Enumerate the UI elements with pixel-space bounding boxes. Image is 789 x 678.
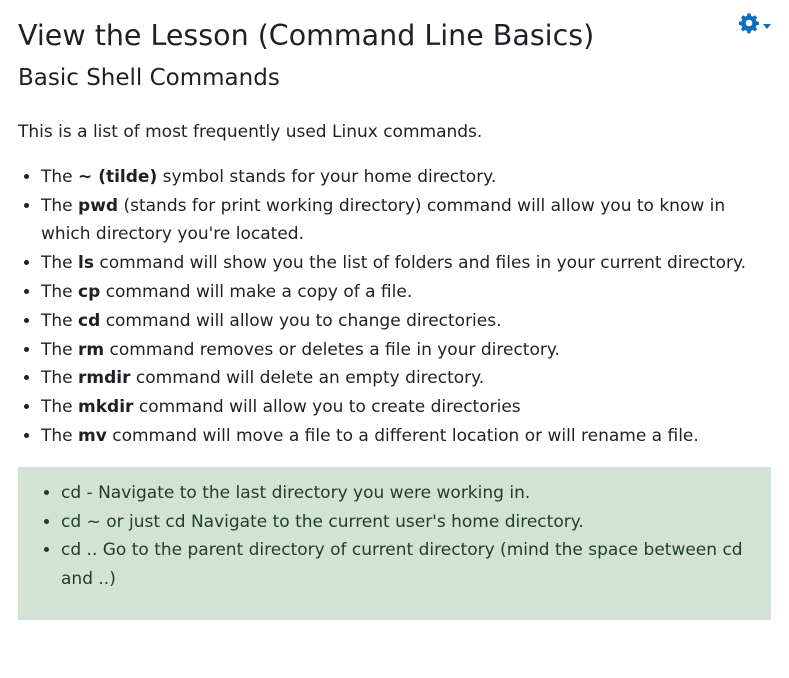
command-description: command will move a file to a different … xyxy=(112,425,699,446)
command-description: command will allow you to change directo… xyxy=(105,310,502,331)
command-description: command will allow you to create directo… xyxy=(138,397,521,418)
lesson-content: This is a list of most frequently used L… xyxy=(18,118,771,620)
command-prefix: The xyxy=(41,310,73,331)
tips-box: cd - Navigate to the last directory you … xyxy=(18,466,771,620)
command-prefix: The xyxy=(41,195,73,216)
command-name: cd xyxy=(78,310,101,331)
command-name: rmdir xyxy=(78,368,131,389)
list-item: The cd command will allow you to change … xyxy=(41,307,771,336)
list-item: The rm command removes or deletes a file… xyxy=(41,336,771,365)
list-item: The cp command will make a copy of a fil… xyxy=(41,278,771,307)
command-name: pwd xyxy=(78,195,119,216)
command-description: command removes or deletes a file in you… xyxy=(109,339,560,360)
settings-menu-toggle[interactable] xyxy=(738,12,771,38)
lesson-title: Basic Shell Commands xyxy=(18,65,280,91)
list-item: The mkdir command will allow you to crea… xyxy=(41,393,771,422)
list-item: The pwd (stands for print working direct… xyxy=(41,192,771,250)
chevron-down-icon xyxy=(763,23,771,29)
list-item: The rmdir command will delete an empty d… xyxy=(41,364,771,393)
command-prefix: The xyxy=(41,166,73,187)
tips-list: cd - Navigate to the last directory you … xyxy=(34,479,755,594)
command-name: ~ (tilde) xyxy=(78,166,158,187)
command-list: The ~ (tilde) symbol stands for your hom… xyxy=(18,163,771,451)
command-prefix: The xyxy=(41,339,73,360)
command-prefix: The xyxy=(41,397,73,418)
command-prefix: The xyxy=(41,425,73,446)
list-item: The ls command will show you the list of… xyxy=(41,249,771,278)
list-item: The ~ (tilde) symbol stands for your hom… xyxy=(41,163,771,192)
tip-item: cd - Navigate to the last directory you … xyxy=(61,479,755,508)
command-description: (stands for print working directory) com… xyxy=(41,195,726,245)
command-name: mkdir xyxy=(78,397,134,418)
command-prefix: The xyxy=(41,281,73,302)
lesson-intro: This is a list of most frequently used L… xyxy=(18,122,483,142)
command-prefix: The xyxy=(41,368,73,389)
command-description: command will make a copy of a file. xyxy=(105,281,413,302)
command-description: command will show you the list of folder… xyxy=(99,253,747,274)
list-item: The mv command will move a file to a dif… xyxy=(41,422,771,451)
gear-icon xyxy=(738,12,760,38)
command-name: rm xyxy=(78,339,105,360)
tip-item: cd .. Go to the parent directory of curr… xyxy=(61,536,755,594)
command-name: cp xyxy=(78,281,101,302)
tip-item: cd ~ or just cd Navigate to the current … xyxy=(61,508,755,537)
command-prefix: The xyxy=(41,253,73,274)
command-description: command will delete an empty directory. xyxy=(135,368,485,389)
command-name: mv xyxy=(78,425,107,446)
command-name: ls xyxy=(78,253,94,274)
command-description: symbol stands for your home directory. xyxy=(162,166,497,187)
page-title: View the Lesson (Command Line Basics) xyxy=(18,19,595,52)
